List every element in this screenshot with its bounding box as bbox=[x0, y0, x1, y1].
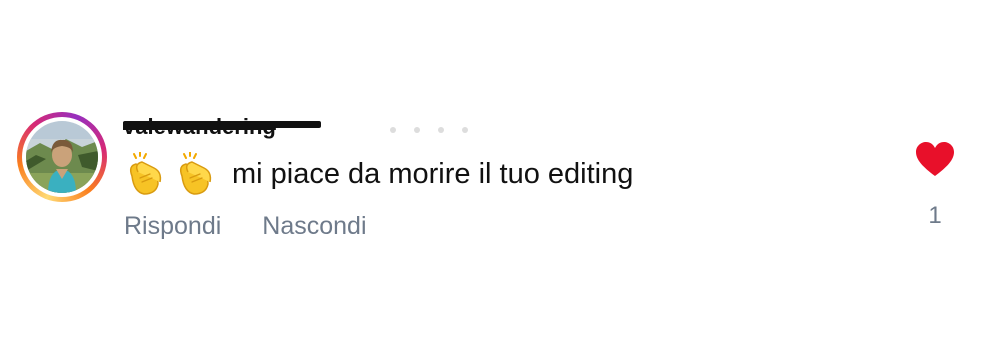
comment-text: mi piace da morire il tuo editing bbox=[232, 157, 634, 190]
comment-actions: Rispondi Nascondi bbox=[124, 212, 367, 241]
reply-button[interactable]: Rispondi bbox=[124, 212, 221, 241]
username-redacted[interactable]: valewandering bbox=[123, 112, 323, 140]
comment-item: valewandering mi piace da morire il tuo … bbox=[0, 0, 1000, 350]
redaction-bar bbox=[123, 121, 321, 128]
avatar[interactable] bbox=[17, 112, 107, 202]
clapping-hands-icon bbox=[174, 151, 218, 196]
hide-button[interactable]: Nascondi bbox=[262, 212, 366, 241]
comment-body: mi piace da morire il tuo editing bbox=[124, 150, 633, 198]
avatar-photo bbox=[26, 121, 98, 193]
heart-icon[interactable] bbox=[915, 140, 955, 178]
redaction-artifacts bbox=[390, 127, 468, 133]
like-column: 1 bbox=[912, 140, 958, 230]
avatar-border bbox=[22, 117, 102, 197]
clapping-hands-icon bbox=[124, 151, 168, 196]
like-count: 1 bbox=[928, 202, 942, 229]
